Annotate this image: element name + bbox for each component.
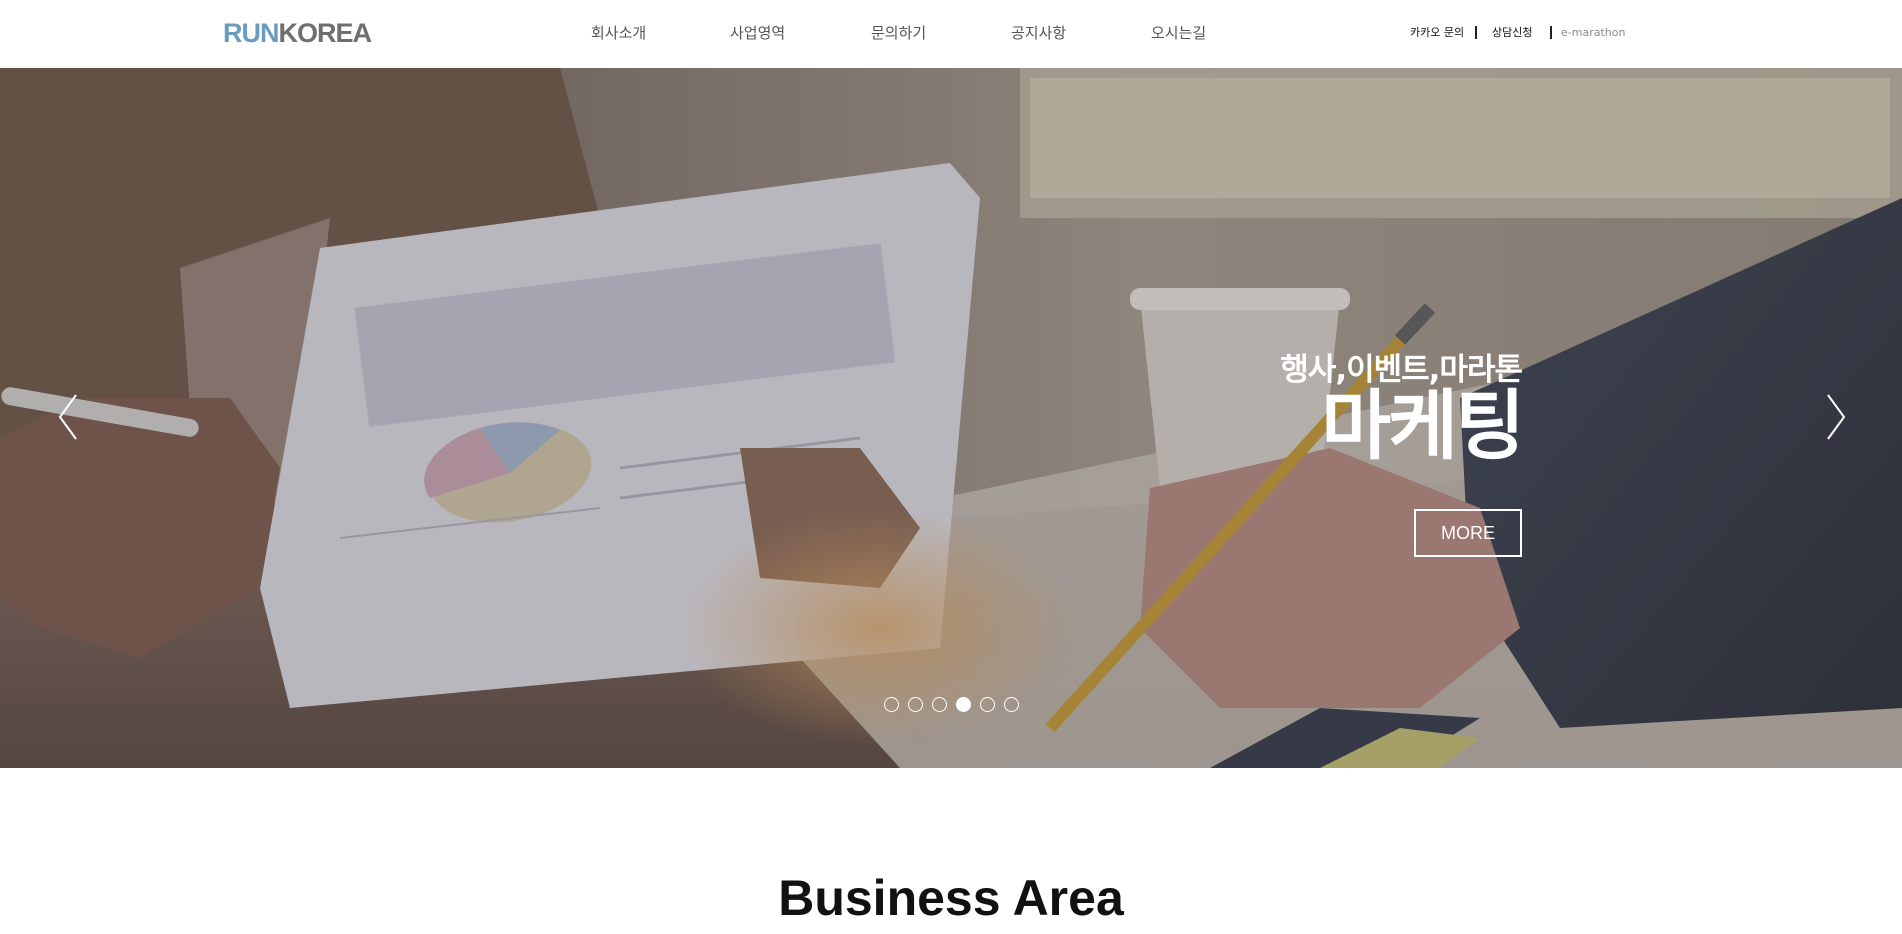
- site-header: RUNKOREA 회사소개 사업영역 문의하기 공지사항 오시는길 카카오 문의…: [0, 0, 1902, 68]
- hero-background-image: [0, 68, 1902, 768]
- more-button[interactable]: MORE: [1414, 509, 1522, 557]
- hero-slider: 행사,이벤트,마라톤 마케팅 MORE: [0, 68, 1902, 768]
- slide-dot[interactable]: [1004, 697, 1019, 712]
- nav-item-notice[interactable]: 공지사항: [1011, 22, 1066, 44]
- kakao-inquiry-link[interactable]: 카카오 문의: [1410, 25, 1464, 41]
- business-area-heading: Business Area: [778, 870, 1124, 926]
- emarathon-link[interactable]: e-marathon: [1561, 25, 1625, 41]
- util-divider: [1475, 26, 1477, 39]
- slider-pagination: [884, 697, 1019, 713]
- slide-dot-active[interactable]: [956, 697, 971, 712]
- nav-item-inquiry[interactable]: 문의하기: [871, 22, 926, 44]
- slide-dot[interactable]: [884, 697, 899, 712]
- slide-dot[interactable]: [980, 697, 995, 712]
- slide-dot[interactable]: [932, 697, 947, 712]
- chevron-left-icon[interactable]: [54, 391, 84, 443]
- slide-dot[interactable]: [908, 697, 923, 712]
- consult-link[interactable]: 상담신청: [1492, 25, 1532, 41]
- util-divider: [1550, 26, 1552, 39]
- chevron-right-icon[interactable]: [1820, 391, 1850, 443]
- nav-item-directions[interactable]: 오시는길: [1151, 22, 1206, 44]
- nav-item-company[interactable]: 회사소개: [591, 22, 646, 44]
- nav-item-business[interactable]: 사업영역: [730, 22, 785, 44]
- hero-title: 마케팅: [1321, 381, 1525, 470]
